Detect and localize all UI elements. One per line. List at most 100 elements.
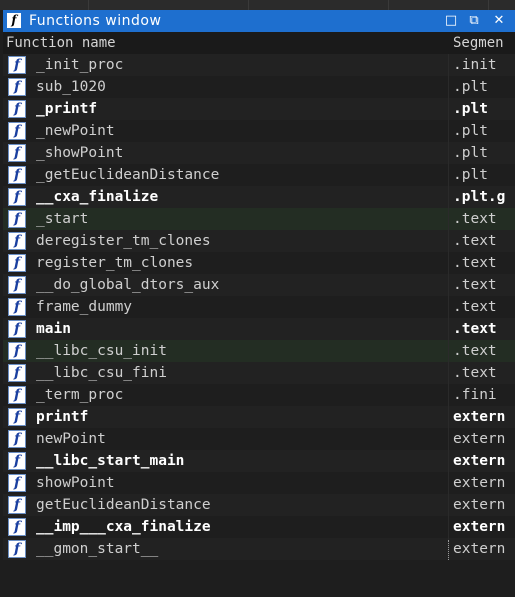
- function-icon: f: [8, 210, 26, 228]
- function-icon: f: [8, 100, 26, 118]
- function-segment: extern: [453, 409, 506, 425]
- function-icon-glyph: f: [13, 365, 21, 381]
- function-segment: .fini: [453, 387, 497, 403]
- function-icon: f: [8, 122, 26, 140]
- column-header-segment[interactable]: Segmen: [453, 32, 504, 54]
- function-row[interactable]: f __libc_start_main extern: [3, 450, 515, 472]
- function-icon: f: [8, 56, 26, 74]
- function-segment: .text: [453, 277, 497, 293]
- function-row[interactable]: f __do_global_dtors_aux .text: [3, 274, 515, 296]
- function-segment: extern: [453, 519, 506, 535]
- function-icon-glyph: f: [13, 79, 21, 95]
- function-icon-glyph: f: [13, 233, 21, 249]
- function-row[interactable]: f _term_proc .fini: [3, 384, 515, 406]
- function-name: register_tm_clones: [36, 255, 194, 271]
- function-icon: f: [7, 13, 21, 28]
- column-divider[interactable]: [448, 54, 449, 560]
- function-icon-glyph: f: [13, 299, 21, 315]
- function-icon-glyph: f: [13, 519, 21, 535]
- column-header: Function name Segmen: [3, 32, 515, 54]
- function-row[interactable]: f register_tm_clones .text: [3, 252, 515, 274]
- function-segment: .text: [453, 255, 497, 271]
- function-row[interactable]: f __libc_csu_fini .text: [3, 362, 515, 384]
- function-name: __do_global_dtors_aux: [36, 277, 220, 293]
- function-name: _init_proc: [36, 57, 124, 73]
- function-segment: extern: [453, 431, 506, 447]
- function-row[interactable]: f __cxa_finalize .plt.g: [3, 186, 515, 208]
- function-icon-glyph: f: [13, 453, 21, 469]
- function-name: sub_1020: [36, 79, 106, 95]
- function-row[interactable]: f sub_1020 .plt: [3, 76, 515, 98]
- function-icon: f: [8, 386, 26, 404]
- function-icon-glyph: f: [13, 57, 21, 73]
- function-icon-glyph: f: [13, 123, 21, 139]
- close-button[interactable]: ✕: [490, 12, 508, 30]
- function-row[interactable]: f printf extern: [3, 406, 515, 428]
- function-icon: f: [8, 342, 26, 360]
- function-name: printf: [36, 409, 89, 425]
- function-row[interactable]: f _printf .plt: [3, 98, 515, 120]
- function-icon-glyph: f: [13, 497, 21, 513]
- functions-window: f Functions window □ ⧉ ✕ Function name S…: [3, 10, 515, 597]
- function-name: __gmon_start__: [36, 541, 159, 557]
- function-segment: .text: [453, 211, 497, 227]
- function-icon: f: [8, 364, 26, 382]
- window-titlebar[interactable]: f Functions window □ ⧉ ✕: [3, 10, 515, 32]
- function-name: _printf: [36, 101, 98, 117]
- function-icon-glyph: f: [13, 321, 21, 337]
- function-segment: .plt.g: [453, 189, 506, 205]
- float-button[interactable]: ⧉: [465, 12, 483, 30]
- function-name: __cxa_finalize: [36, 189, 159, 205]
- function-row[interactable]: f __libc_csu_init .text: [3, 340, 515, 362]
- function-segment: .plt: [453, 101, 488, 117]
- function-segment: .text: [453, 299, 497, 315]
- top-strip-tab: [88, 0, 249, 10]
- function-row[interactable]: f deregister_tm_clones .text: [3, 230, 515, 252]
- function-icon-glyph: f: [13, 255, 21, 271]
- function-row[interactable]: f _showPoint .plt: [3, 142, 515, 164]
- function-row[interactable]: f _init_proc .init: [3, 54, 515, 76]
- function-row[interactable]: f showPoint extern: [3, 472, 515, 494]
- function-icon-glyph: f: [13, 409, 21, 425]
- text-cursor: [448, 540, 450, 560]
- function-name: _start: [36, 211, 89, 227]
- function-icon-glyph: f: [13, 343, 21, 359]
- function-row[interactable]: f frame_dummy .text: [3, 296, 515, 318]
- function-row[interactable]: f __imp___cxa_finalize extern: [3, 516, 515, 538]
- function-segment: .text: [453, 233, 497, 249]
- top-strip: [0, 0, 515, 10]
- top-strip-tab: [248, 0, 389, 10]
- function-icon-glyph: f: [13, 431, 21, 447]
- function-icon: f: [8, 254, 26, 272]
- function-name: _showPoint: [36, 145, 124, 161]
- function-row[interactable]: f _start .text: [3, 208, 515, 230]
- function-row[interactable]: f __gmon_start__ extern: [3, 538, 515, 560]
- function-icon: f: [8, 320, 26, 338]
- function-row[interactable]: f getEuclideanDistance extern: [3, 494, 515, 516]
- function-icon: f: [8, 78, 26, 96]
- function-row[interactable]: f main .text: [3, 318, 515, 340]
- function-name: newPoint: [36, 431, 106, 447]
- function-icon: f: [8, 188, 26, 206]
- function-icon-glyph: f: [13, 145, 21, 161]
- top-strip-tab: [388, 0, 489, 10]
- column-header-function-name[interactable]: Function name: [6, 32, 116, 54]
- function-row[interactable]: f _newPoint .plt: [3, 120, 515, 142]
- function-icon: f: [8, 518, 26, 536]
- function-icon-glyph: f: [13, 189, 21, 205]
- function-segment: extern: [453, 497, 506, 513]
- function-icon: f: [8, 166, 26, 184]
- function-name: deregister_tm_clones: [36, 233, 211, 249]
- function-row[interactable]: f _getEuclideanDistance .plt: [3, 164, 515, 186]
- function-row[interactable]: f newPoint extern: [3, 428, 515, 450]
- maximize-button[interactable]: □: [442, 12, 460, 30]
- function-segment: .text: [453, 321, 497, 337]
- function-name: getEuclideanDistance: [36, 497, 211, 513]
- function-icon-glyph: f: [13, 277, 21, 293]
- function-list: f _init_proc .init f sub_1020 .plt f _printf .pl…: [3, 54, 515, 560]
- function-name: _term_proc: [36, 387, 124, 403]
- function-name: frame_dummy: [36, 299, 133, 315]
- function-name: __libc_csu_fini: [36, 365, 167, 381]
- function-segment: .text: [453, 343, 497, 359]
- function-segment: extern: [453, 453, 506, 469]
